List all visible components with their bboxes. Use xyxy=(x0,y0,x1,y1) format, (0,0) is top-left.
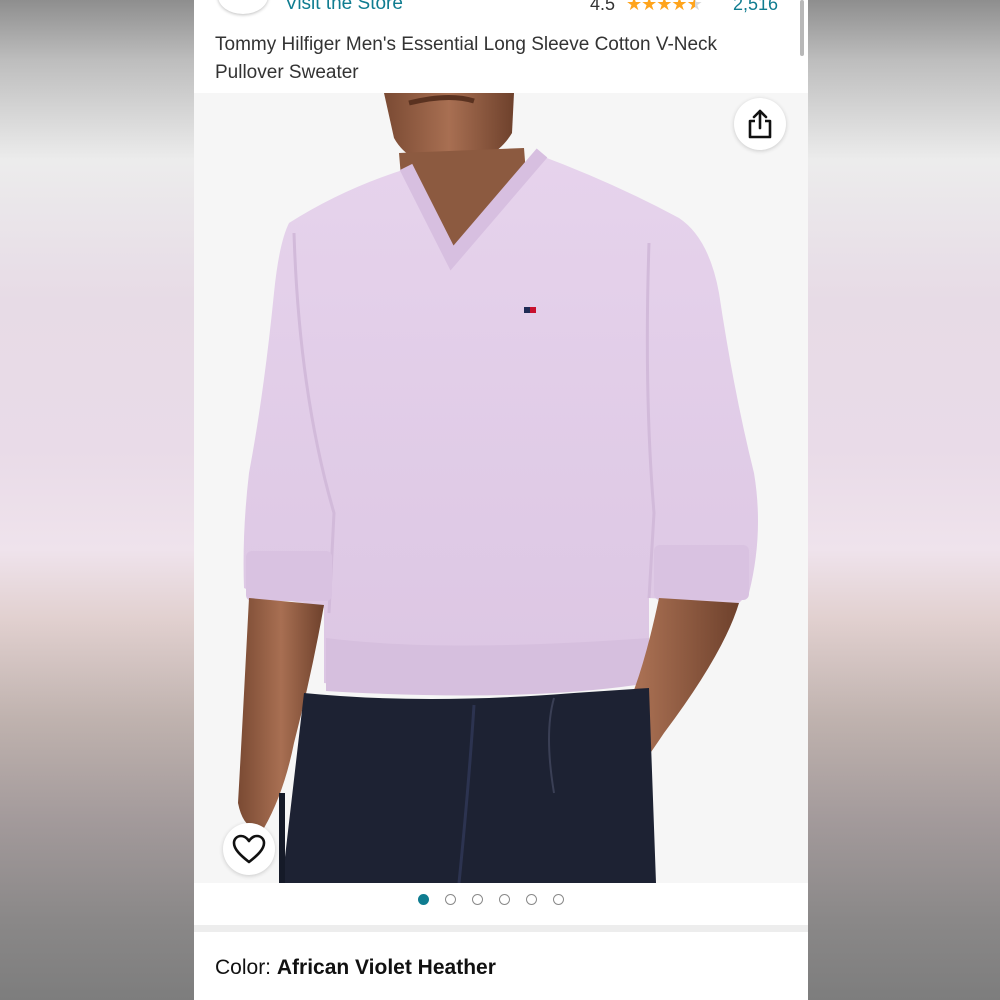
visit-store-link[interactable]: Visit the Store xyxy=(285,0,403,16)
review-count-link[interactable]: 2,516 xyxy=(733,0,778,16)
product-image[interactable] xyxy=(194,93,808,883)
product-title: Tommy Hilfiger Men's Essential Long Slee… xyxy=(215,34,718,83)
pagination-dot[interactable] xyxy=(526,894,537,905)
half-star-icon: ★ xyxy=(687,0,703,14)
color-selection: Color: African Violet Heather xyxy=(215,956,496,980)
scrollbar[interactable] xyxy=(800,0,804,56)
product-photo xyxy=(238,93,759,883)
heart-icon xyxy=(232,834,266,864)
add-to-list-button[interactable] xyxy=(223,823,275,875)
star-icon: ★ xyxy=(671,0,687,14)
color-label: Color: xyxy=(215,956,277,979)
backdrop-right xyxy=(808,0,1000,1000)
pagination-dot[interactable] xyxy=(553,894,564,905)
star-icon: ★ xyxy=(626,0,642,14)
rating-value: 4.5 xyxy=(590,0,616,14)
share-button[interactable] xyxy=(734,98,786,150)
rating-stars[interactable]: ★★★★★ xyxy=(626,0,703,15)
pagination-dot[interactable] xyxy=(445,894,456,905)
share-icon xyxy=(748,109,772,139)
color-value: African Violet Heather xyxy=(276,956,496,979)
backdrop-left xyxy=(0,0,194,1000)
section-divider xyxy=(194,925,808,932)
image-pagination xyxy=(194,883,808,925)
store-rating-row: Visit the Store 4.5 ★★★★★ 2,516 xyxy=(194,0,808,18)
pagination-dot[interactable] xyxy=(472,894,483,905)
star-icon: ★ xyxy=(656,0,672,14)
pagination-dot[interactable] xyxy=(418,894,429,905)
brand-logo[interactable] xyxy=(218,0,268,14)
star-icon: ★ xyxy=(641,0,657,14)
product-page: Visit the Store 4.5 ★★★★★ 2,516 Tommy Hi… xyxy=(194,0,808,1000)
pagination-dot[interactable] xyxy=(499,894,510,905)
